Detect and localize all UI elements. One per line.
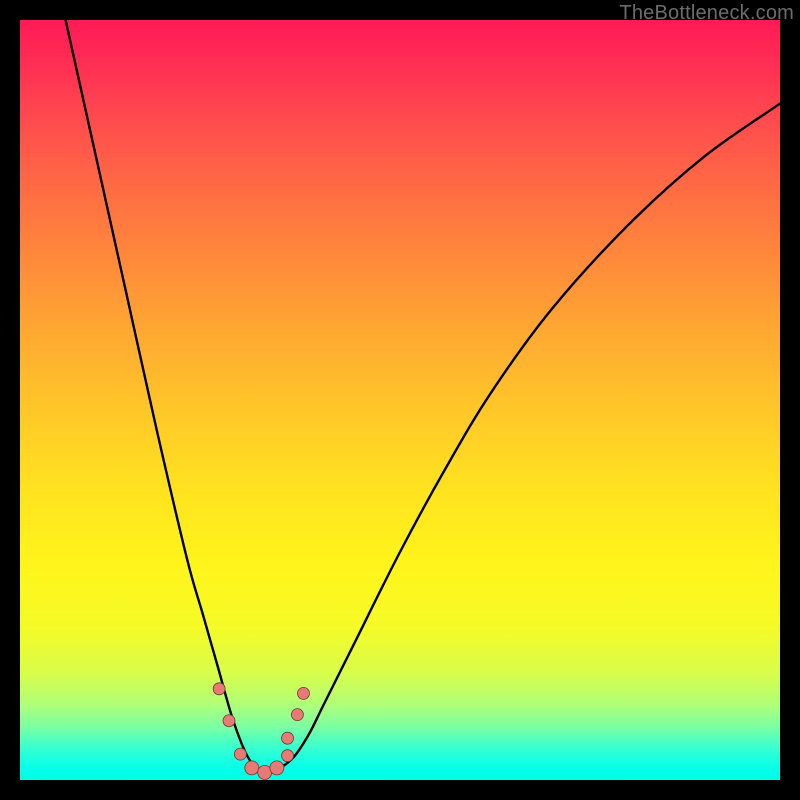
data-marker (282, 750, 294, 762)
marker-group (213, 683, 309, 780)
data-marker (291, 709, 303, 721)
data-marker (282, 732, 294, 744)
chart-frame (20, 20, 780, 780)
data-marker (270, 761, 284, 775)
data-marker (234, 748, 246, 760)
data-marker (245, 761, 259, 775)
data-marker (213, 683, 225, 695)
data-marker (297, 687, 309, 699)
chart-svg (20, 20, 780, 780)
bottleneck-curve (66, 20, 780, 773)
watermark-text: TheBottleneck.com (619, 2, 794, 25)
data-marker (223, 715, 235, 727)
